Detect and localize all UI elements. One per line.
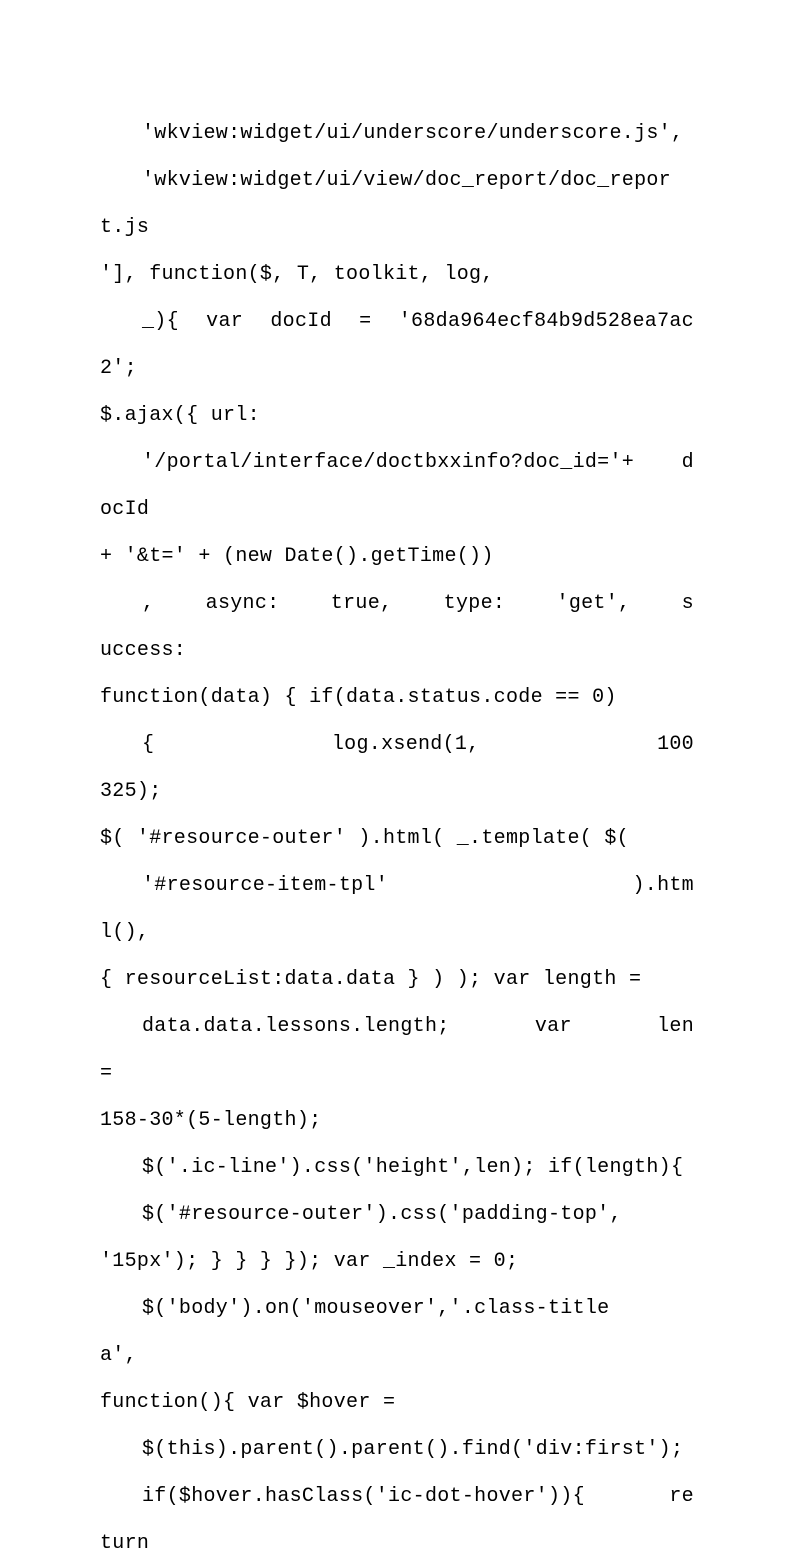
code-line: { resourceList:data.data } ) ); var leng… <box>100 956 694 1003</box>
code-line: 'wkview:widget/ui/underscore/underscore.… <box>100 110 694 157</box>
code-line: '#resource-item-tpl' ).html(), <box>100 862 694 956</box>
code-line: , async: true, type: 'get', success: <box>100 580 694 674</box>
code-line: data.data.lessons.length; var len = <box>100 1003 694 1097</box>
code-line: { log.xsend(1, 100325); <box>100 721 694 815</box>
code-line: $('#resource-outer').css('padding-top', <box>100 1191 694 1238</box>
code-line: '], function($, T, toolkit, log, <box>100 251 694 298</box>
code-line: '15px'); } } } }); var _index = 0; <box>100 1238 694 1285</box>
code-line: + '&t=' + (new Date().getTime()) <box>100 533 694 580</box>
code-line: function(data) { if(data.status.code == … <box>100 674 694 721</box>
code-line: _){ var docId = '68da964ecf84b9d528ea7ac… <box>100 298 694 392</box>
code-line: if($hover.hasClass('ic-dot-hover')){ ret… <box>100 1473 694 1567</box>
code-line: $('.ic-line').css('height',len); if(leng… <box>100 1144 694 1191</box>
code-line: function(){ var $hover = <box>100 1379 694 1426</box>
code-line: $( '#resource-outer' ).html( _.template(… <box>100 815 694 862</box>
code-line: $.ajax({ url: <box>100 392 694 439</box>
code-line: $('body').on('mouseover','.class-title a… <box>100 1285 694 1379</box>
document-page: 'wkview:widget/ui/underscore/underscore.… <box>0 0 794 1567</box>
code-line: $(this).parent().parent().find('div:firs… <box>100 1426 694 1473</box>
code-line: 158-30*(5-length); <box>100 1097 694 1144</box>
code-line: 'wkview:widget/ui/view/doc_report/doc_re… <box>100 157 694 251</box>
code-block: 'wkview:widget/ui/underscore/underscore.… <box>100 110 694 1567</box>
code-line: '/portal/interface/doctbxxinfo?doc_id='+… <box>100 439 694 533</box>
